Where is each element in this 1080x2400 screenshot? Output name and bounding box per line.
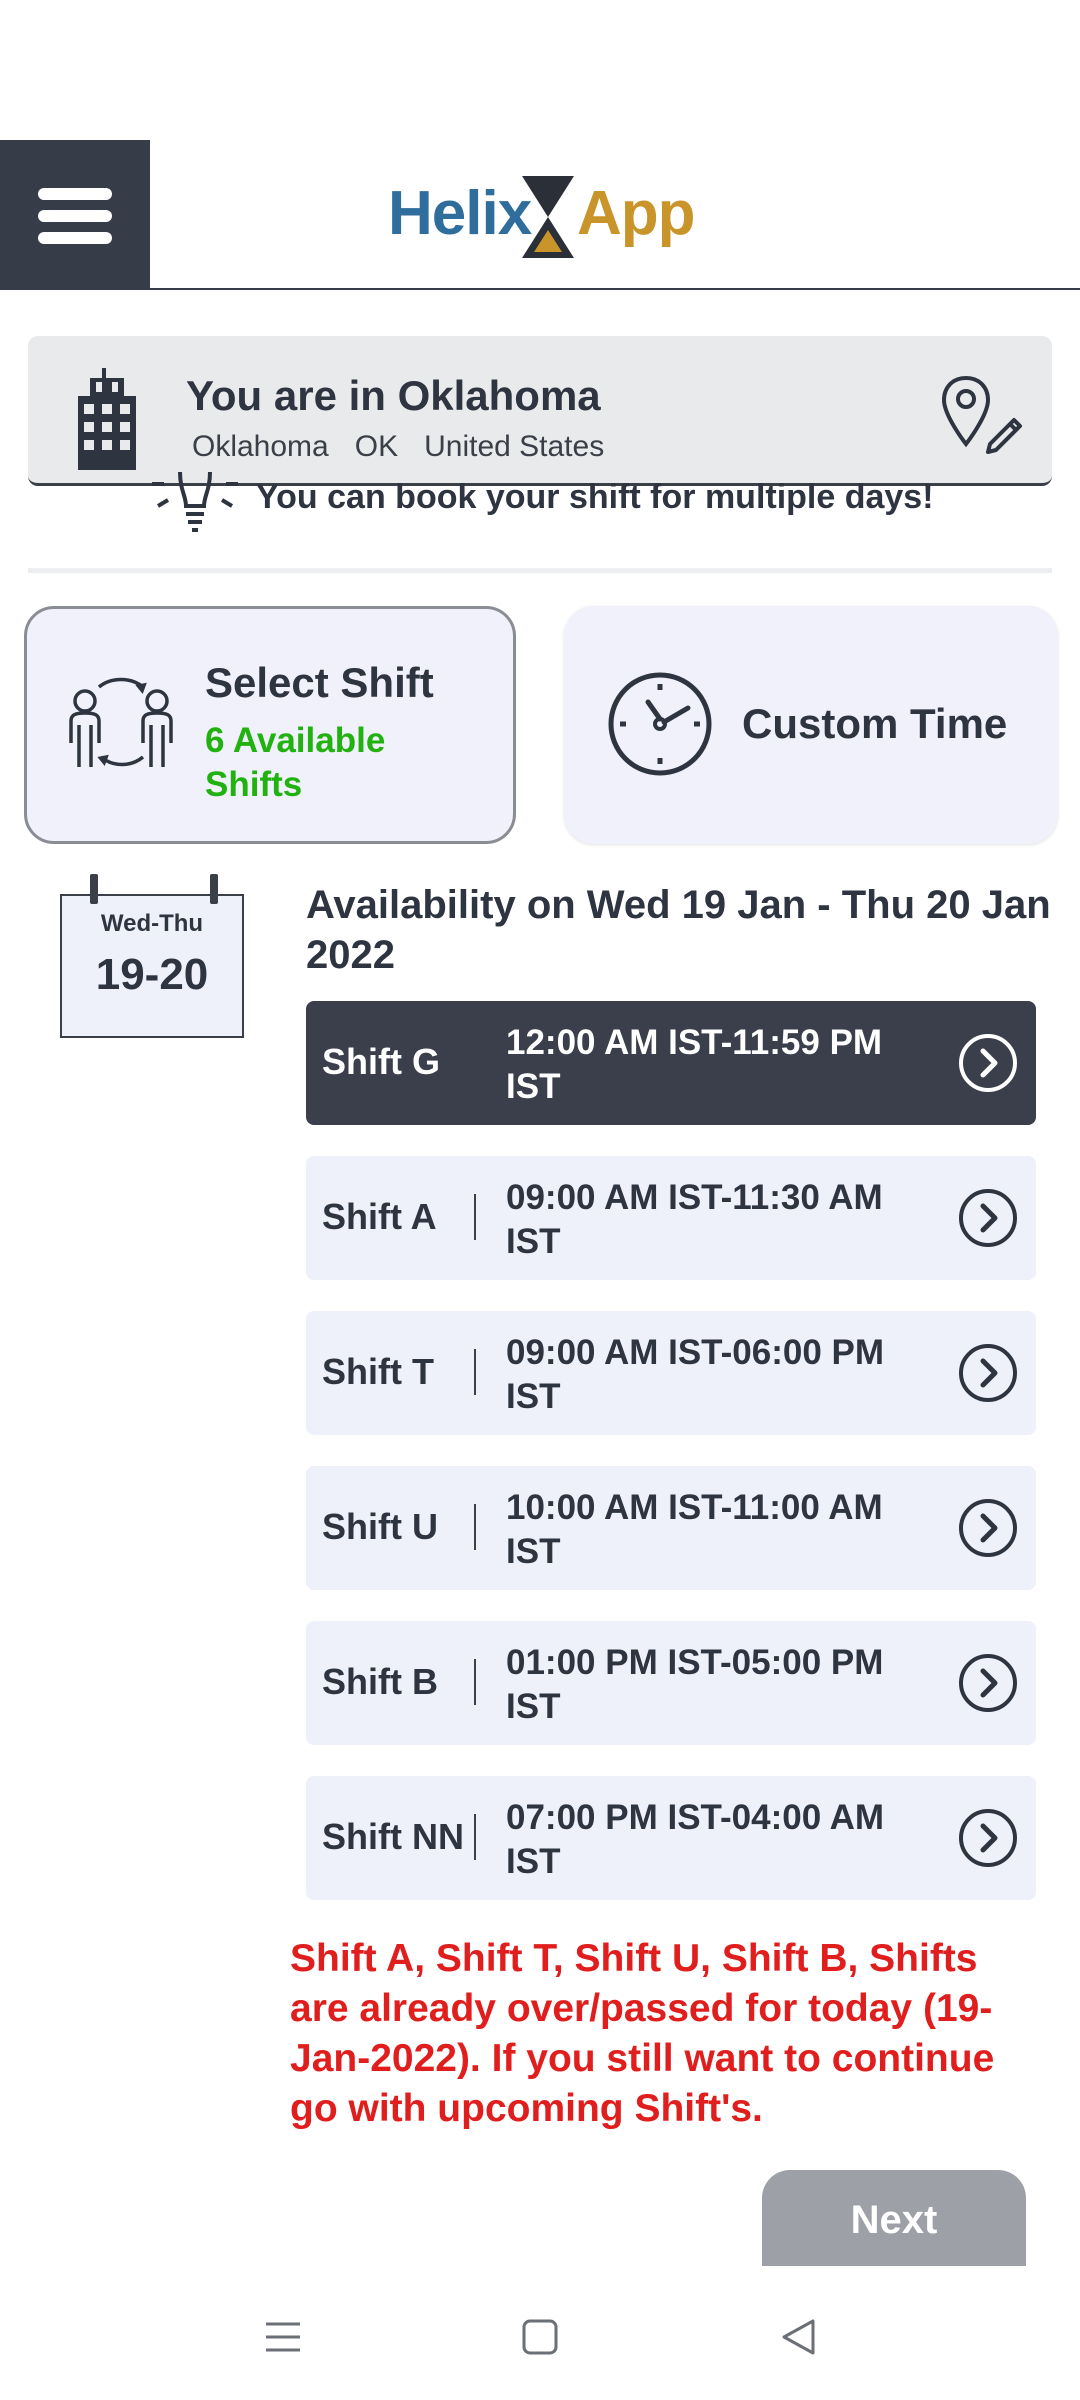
shift-row[interactable]: Shift A 09:00 AM IST-11:30 AM IST [306, 1156, 1036, 1280]
shift-name: Shift T [322, 1351, 434, 1392]
shift-row[interactable]: Shift G 12:00 AM IST-11:59 PM IST [306, 1001, 1036, 1125]
shift-row[interactable]: Shift B 01:00 PM IST-05:00 PM IST [306, 1621, 1036, 1745]
custom-time-card[interactable]: Custom Time [564, 606, 1058, 844]
logo-text-app: App [577, 179, 696, 248]
calendar-days: Wed-Thu [100, 910, 204, 937]
location-subtitle: Oklahoma OK United States [192, 430, 604, 464]
shift-time: 10:00 AM IST-11:00 AM IST [506, 1488, 883, 1571]
shift-separator [474, 1194, 476, 1240]
section-divider [28, 568, 1052, 573]
shift-name: Shift G [322, 1041, 440, 1082]
shift-time: 01:00 PM IST-05:00 PM IST [506, 1643, 884, 1726]
app-logo: Helix App [380, 168, 700, 264]
chevron-right-circle-icon[interactable] [958, 1188, 1018, 1248]
select-shift-card[interactable]: Select Shift 6 Available Shifts [24, 606, 516, 844]
menu-button[interactable] [0, 140, 150, 290]
location-city: Oklahoma [192, 430, 329, 463]
shift-time: 09:00 AM IST-06:00 PM IST [506, 1333, 885, 1416]
hourglass-logo-icon [522, 176, 574, 258]
chevron-right-circle-icon[interactable] [958, 1343, 1018, 1403]
shift-separator [474, 1504, 476, 1550]
hamburger-icon-bar [38, 210, 112, 222]
shift-time: 12:00 AM IST-11:59 PM IST [506, 1023, 883, 1106]
calendar-dates: 19-20 [95, 950, 209, 999]
shift-name: Shift A [322, 1196, 437, 1237]
header-divider [150, 288, 1080, 290]
location-pin-edit-icon[interactable] [940, 374, 1028, 454]
shift-name: Shift NN [322, 1816, 464, 1857]
chevron-right-circle-icon[interactable] [958, 1808, 1018, 1868]
system-navigation-bar [0, 2266, 1080, 2400]
calendar-ring [210, 874, 218, 904]
tip-text: You can book your shift for multiple day… [256, 478, 934, 516]
location-title: You are in Oklahoma [186, 372, 601, 419]
chevron-right-circle-icon[interactable] [958, 1033, 1018, 1093]
next-button[interactable]: Next [762, 2170, 1026, 2266]
shift-separator [474, 1349, 476, 1395]
custom-time-title: Custom Time [742, 700, 1008, 747]
location-state: OK [354, 430, 399, 463]
location-card: You are in Oklahoma Oklahoma OK United Sta… [28, 336, 1052, 486]
shift-separator [474, 1814, 476, 1860]
calendar-ring [90, 874, 98, 904]
shift-name: Shift B [322, 1661, 438, 1702]
hamburger-icon [38, 188, 112, 200]
location-country: United States [424, 430, 605, 463]
shift-time: 09:00 AM IST-11:30 AM IST [506, 1178, 883, 1261]
select-shift-title: Select Shift [205, 659, 434, 706]
back-nav-icon[interactable] [780, 2318, 818, 2356]
date-calendar-badge: Wed-Thu 19-20 [60, 874, 244, 1038]
chevron-right-circle-icon[interactable] [958, 1498, 1018, 1558]
hamburger-icon-bar [38, 232, 112, 244]
shift-time: 07:00 PM IST-04:00 AM IST [506, 1798, 885, 1881]
availability-title: Availability on Wed 19 Jan - Thu 20 Jan … [306, 883, 1051, 977]
next-button-label: Next [850, 2198, 938, 2242]
clock-icon [608, 672, 712, 776]
menu-nav-icon[interactable] [264, 2318, 302, 2356]
tip-banner: You can book your shift for multiple day… [150, 471, 950, 542]
home-nav-icon[interactable] [521, 2318, 559, 2356]
people-exchange-icon [69, 677, 173, 767]
chevron-right-circle-icon[interactable] [958, 1653, 1018, 1713]
shift-name: Shift U [322, 1506, 438, 1547]
building-icon [78, 368, 136, 470]
shift-row[interactable]: Shift NN 07:00 PM IST-04:00 AM IST [306, 1776, 1036, 1900]
logo-text-helix: Helix [388, 179, 532, 248]
shift-separator [474, 1659, 476, 1705]
available-shifts-count: 6 Available Shifts [205, 721, 386, 804]
lightbulb-icon [152, 471, 238, 532]
shift-warning-message: Shift A, Shift T, Shift U, Shift B, Shif… [290, 1937, 995, 2130]
shift-row[interactable]: Shift U 10:00 AM IST-11:00 AM IST [306, 1466, 1036, 1590]
shift-row[interactable]: Shift T 09:00 AM IST-06:00 PM IST [306, 1311, 1036, 1435]
